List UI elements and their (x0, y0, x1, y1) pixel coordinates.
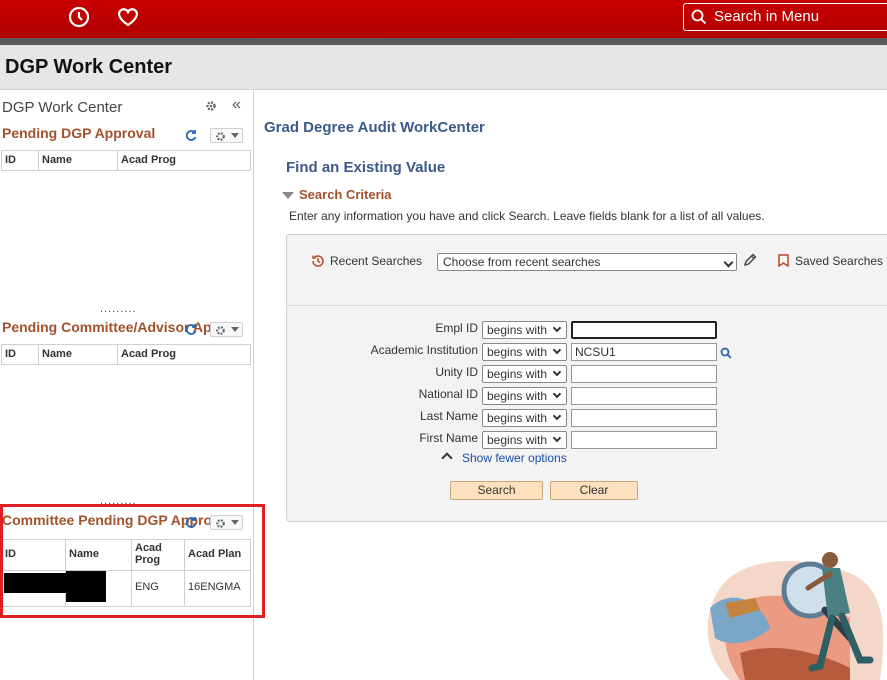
saved-searches-link[interactable]: Saved Searches (795, 254, 883, 268)
favorites-heart-icon[interactable] (116, 5, 140, 29)
page-title: DGP Work Center (5, 56, 173, 78)
highlight-annotation-box (0, 504, 265, 618)
workcenter-title: Grad Degree Audit WorkCenter (264, 119, 485, 136)
refresh-icon[interactable] (185, 129, 197, 141)
operator-value: begins with (487, 345, 548, 359)
header-divider (0, 38, 887, 45)
chevron-up-icon[interactable] (441, 452, 453, 464)
menu-search-input[interactable]: Search in Menu (683, 3, 887, 31)
unity-id-input[interactable] (571, 365, 717, 383)
search-illustration (707, 552, 884, 680)
history-icon[interactable] (67, 5, 91, 29)
menu-search-placeholder: Search in Menu (714, 8, 820, 25)
history-icon (312, 255, 324, 267)
grid-header: ID Name Acad Prog (1, 344, 251, 365)
academic-institution-operator-select[interactable]: begins with (482, 343, 567, 361)
recent-searches-select[interactable]: Choose from recent searches (437, 253, 737, 271)
academic-institution-input[interactable]: NCSU1 (571, 343, 717, 361)
pagelet-options-button[interactable] (210, 322, 243, 337)
operator-value: begins with (487, 389, 548, 403)
clear-button[interactable]: Clear (550, 481, 638, 500)
search-button[interactable]: Search (450, 481, 543, 500)
column-header-acad-prog: Acad Prog (121, 154, 177, 166)
column-header-acad-prog: Acad Prog (121, 348, 177, 360)
panel-divider (287, 305, 887, 306)
pagelet-title-pending-dgp: Pending DGP Approval (2, 125, 156, 141)
column-header-id: ID (2, 151, 39, 170)
column-header-name: Name (39, 345, 118, 364)
operator-value: begins with (487, 433, 548, 447)
left-pane-title: DGP Work Center (2, 99, 123, 116)
chevron-down-icon (552, 389, 562, 399)
first-name-operator-select[interactable]: begins with (482, 431, 567, 449)
gear-icon[interactable] (205, 100, 217, 112)
chevron-down-icon (552, 323, 562, 333)
collapse-triangle-icon[interactable] (282, 192, 294, 199)
last-name-label: Last Name (419, 409, 478, 423)
resize-handle[interactable]: ......... (100, 303, 137, 315)
national-id-label: National ID (418, 387, 478, 401)
column-header-name: Name (39, 151, 118, 170)
search-icon (691, 9, 707, 25)
operator-value: begins with (487, 323, 548, 337)
search-help-text: Enter any information you have and click… (289, 209, 765, 223)
find-heading: Find an Existing Value (286, 159, 446, 176)
recent-searches-label: Recent Searches (330, 254, 423, 268)
unity-id-operator-select[interactable]: begins with (482, 365, 567, 383)
chevron-down-icon (552, 345, 562, 355)
column-header-id: ID (2, 345, 39, 364)
academic-institution-label: Academic Institution (370, 343, 478, 357)
show-fewer-options-link[interactable]: Show fewer options (462, 451, 567, 465)
national-id-operator-select[interactable]: begins with (482, 387, 567, 405)
operator-value: begins with (487, 411, 548, 425)
top-bar: Search in Menu (0, 0, 887, 38)
last-name-input[interactable] (571, 409, 717, 427)
search-criteria-toggle[interactable]: Search Criteria (299, 187, 392, 202)
chevron-down-icon (552, 367, 562, 377)
refresh-icon[interactable] (185, 323, 197, 335)
search-panel: Recent Searches Choose from recent searc… (286, 234, 887, 522)
national-id-input[interactable] (571, 387, 717, 405)
recent-searches-value: Choose from recent searches (443, 255, 601, 269)
empl-id-label: Empl ID (435, 321, 478, 335)
lookup-search-icon[interactable] (720, 347, 732, 359)
first-name-input[interactable] (571, 431, 717, 449)
pagelet-title-pending-committee: Pending Committee/Advisor Appr (2, 319, 215, 335)
operator-value: begins with (487, 367, 548, 381)
collapse-pane-icon[interactable]: « (232, 96, 241, 114)
empl-id-operator-select[interactable]: begins with (482, 321, 567, 339)
bookmark-icon (778, 254, 789, 267)
grid-header: ID Name Acad Prog (1, 150, 251, 171)
last-name-operator-select[interactable]: begins with (482, 409, 567, 427)
empl-id-input[interactable] (571, 321, 717, 339)
unity-id-label: Unity ID (435, 365, 478, 379)
first-name-label: First Name (419, 431, 478, 445)
pagelet-options-button[interactable] (210, 128, 243, 143)
chevron-down-icon (723, 257, 734, 268)
chevron-down-icon (552, 433, 562, 443)
chevron-down-icon (552, 411, 562, 421)
page-header: DGP Work Center (0, 45, 887, 90)
pencil-icon[interactable] (743, 253, 757, 267)
